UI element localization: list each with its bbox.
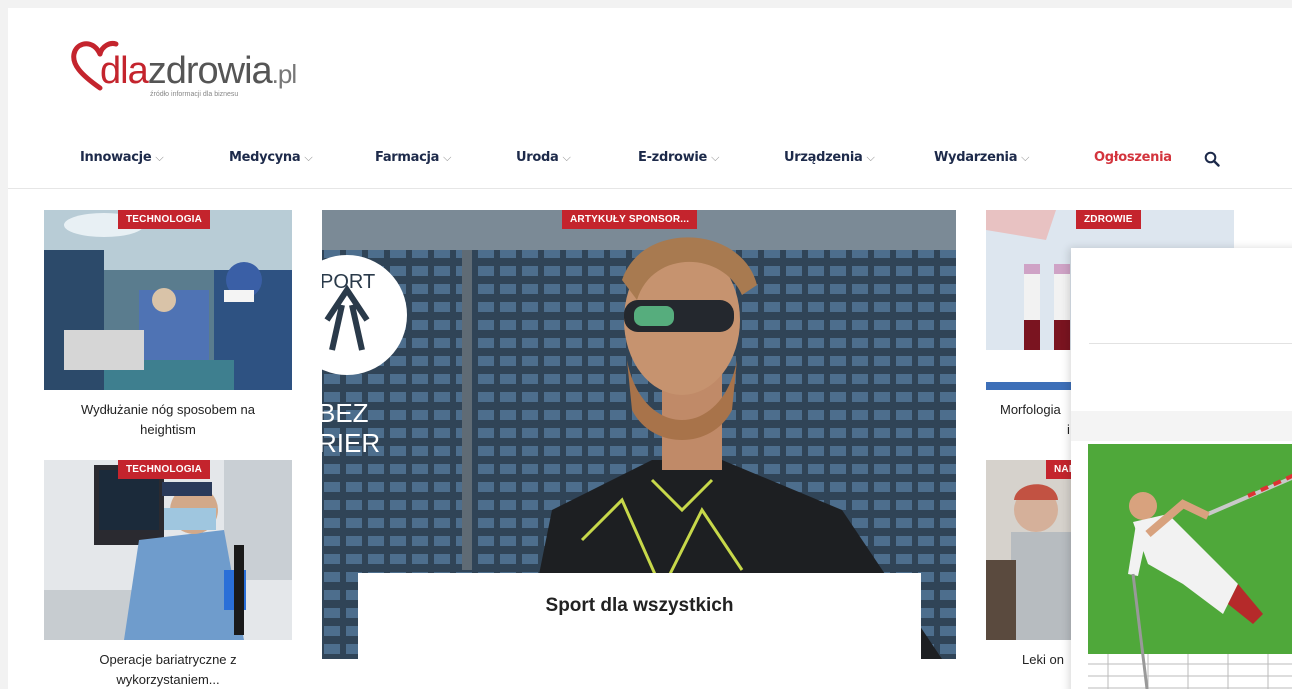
article-image-bariatric-surgery[interactable]: TECHNOLOGIA <box>44 460 292 640</box>
featured-article-title[interactable]: Sport dla wszystkich <box>358 595 921 617</box>
chevron-down-icon: ⌵ <box>1021 151 1030 164</box>
nav-item-farmacja[interactable]: Farmacja ⌵ <box>375 150 452 165</box>
popup-divider <box>1089 343 1292 344</box>
chevron-down-icon: ⌵ <box>866 151 875 164</box>
popup-panel[interactable] <box>1071 248 1292 689</box>
nav-item-wydarzenia[interactable]: Wydarzenia ⌵ <box>934 150 1030 165</box>
endoscopy-photo <box>44 460 292 640</box>
category-badge[interactable]: TECHNOLOGIA <box>118 460 211 479</box>
popup-ad-image[interactable] <box>1088 444 1292 689</box>
page: dlazdrowia.pl źródło informacji dla bizn… <box>8 8 1292 689</box>
svg-text:BEZ: BEZ <box>322 398 369 428</box>
svg-text:RIER: RIER <box>322 428 380 458</box>
article-title[interactable]: Operacje bariatryczne z wykorzystaniem..… <box>44 650 292 689</box>
category-badge[interactable]: TECHNOLOGIA <box>118 210 211 229</box>
article-title[interactable]: Wydłużanie nóg sposobem na heightism <box>44 400 292 440</box>
featured-article-title-box[interactable]: Sport dla wszystkich <box>358 573 921 683</box>
chevron-down-icon: ⌵ <box>443 151 452 164</box>
article-image-leg-lengthening[interactable]: TECHNOLOGIA <box>44 210 292 390</box>
nav-item-innowacje[interactable]: Innowacje ⌵ <box>80 150 164 165</box>
category-badge[interactable]: ARTYKUŁY SPONSOR... <box>562 210 698 229</box>
nav-item-urzadzenia[interactable]: Urządzenia ⌵ <box>784 150 875 165</box>
logo-wordmark: dlazdrowia.pl <box>100 50 297 92</box>
chevron-down-icon: ⌵ <box>711 151 720 164</box>
amputee-football-photo <box>1088 444 1292 689</box>
category-badge[interactable]: ZDROWIE <box>1076 210 1141 229</box>
chevron-down-icon: ⌵ <box>304 151 313 164</box>
header-divider <box>8 188 1292 189</box>
chevron-down-icon: ⌵ <box>562 151 571 164</box>
search-icon[interactable] <box>1204 151 1220 167</box>
logo-tagline: źródło informacji dla biznesu <box>150 91 239 98</box>
chevron-down-icon: ⌵ <box>155 151 164 164</box>
nav-item-uroda[interactable]: Uroda ⌵ <box>516 150 571 165</box>
nav-item-medycyna[interactable]: Medycyna ⌵ <box>229 150 313 165</box>
surgery-photo <box>44 210 292 390</box>
popup-strip <box>1071 411 1292 441</box>
nav-item-e-zdrowie[interactable]: E-zdrowie ⌵ <box>638 150 719 165</box>
site-logo[interactable]: dlazdrowia.pl źródło informacji dla bizn… <box>70 38 310 108</box>
nav-item-ogloszenia[interactable]: Ogłoszenia <box>1094 150 1172 165</box>
article-title[interactable]: Morfologia i <box>986 400 1076 440</box>
main-navigation: Innowacje ⌵ Medycyna ⌵ Farmacja ⌵ Uroda ⌵ E-… <box>8 144 1292 188</box>
sport-bez-barier-logo-text: PORT <box>322 271 375 293</box>
